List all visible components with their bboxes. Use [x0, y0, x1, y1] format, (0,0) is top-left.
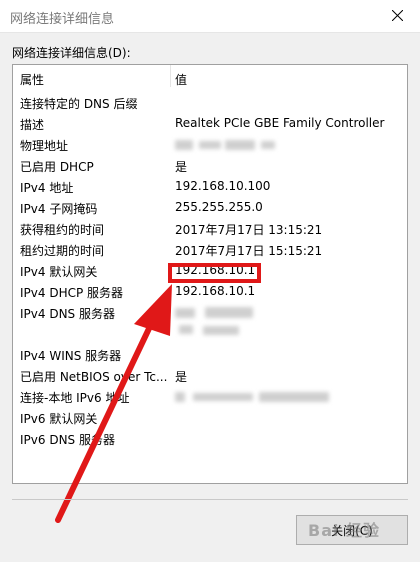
separator — [12, 499, 408, 500]
watermark-logo: Bai 经验 — [308, 521, 381, 540]
red-arrow-annotation — [55, 284, 172, 523]
